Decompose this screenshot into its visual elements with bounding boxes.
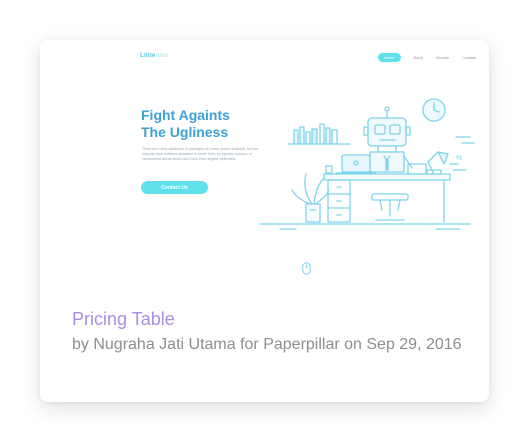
mouse-scroll-icon[interactable] xyxy=(302,262,311,275)
clock-icon xyxy=(422,98,446,122)
shot-byline: by Nugraha Jati Utama for Paperpillar on… xyxy=(72,336,462,353)
hero-headline-line2: The Ugliness xyxy=(141,124,229,140)
plant-icon xyxy=(291,173,330,223)
hero-headline: Fight Againts The Ugliness xyxy=(141,107,230,141)
nav-item-home[interactable]: Home xyxy=(377,53,401,62)
shot-preview[interactable]: Littlerobo Home Work Service Contact Fig… xyxy=(40,40,489,288)
chair-icon xyxy=(371,193,409,221)
desk xyxy=(323,173,451,223)
nav-item-work[interactable]: Work xyxy=(414,55,423,60)
percent-mark: % xyxy=(456,155,462,162)
nav-item-contact[interactable]: Contact xyxy=(462,55,476,60)
nav-item-service[interactable]: Service xyxy=(436,55,449,60)
desk-lamp-icon xyxy=(426,151,449,175)
hero-headline-line1: Fight Againts xyxy=(141,107,230,123)
laptop-icon xyxy=(335,154,377,174)
office-illustration: % xyxy=(259,98,475,230)
brand-suffix: robo xyxy=(155,53,169,59)
top-nav: Home Work Service Contact xyxy=(377,53,476,62)
shot-card[interactable]: Littlerobo Home Work Service Contact Fig… xyxy=(40,40,489,402)
brand-name: Little xyxy=(140,53,156,59)
books-icon xyxy=(287,123,351,145)
contact-us-button[interactable]: Contact Us xyxy=(141,181,208,194)
shot-title[interactable]: Pricing Table xyxy=(72,309,175,330)
brand-logo[interactable]: Littlerobo xyxy=(140,53,168,59)
